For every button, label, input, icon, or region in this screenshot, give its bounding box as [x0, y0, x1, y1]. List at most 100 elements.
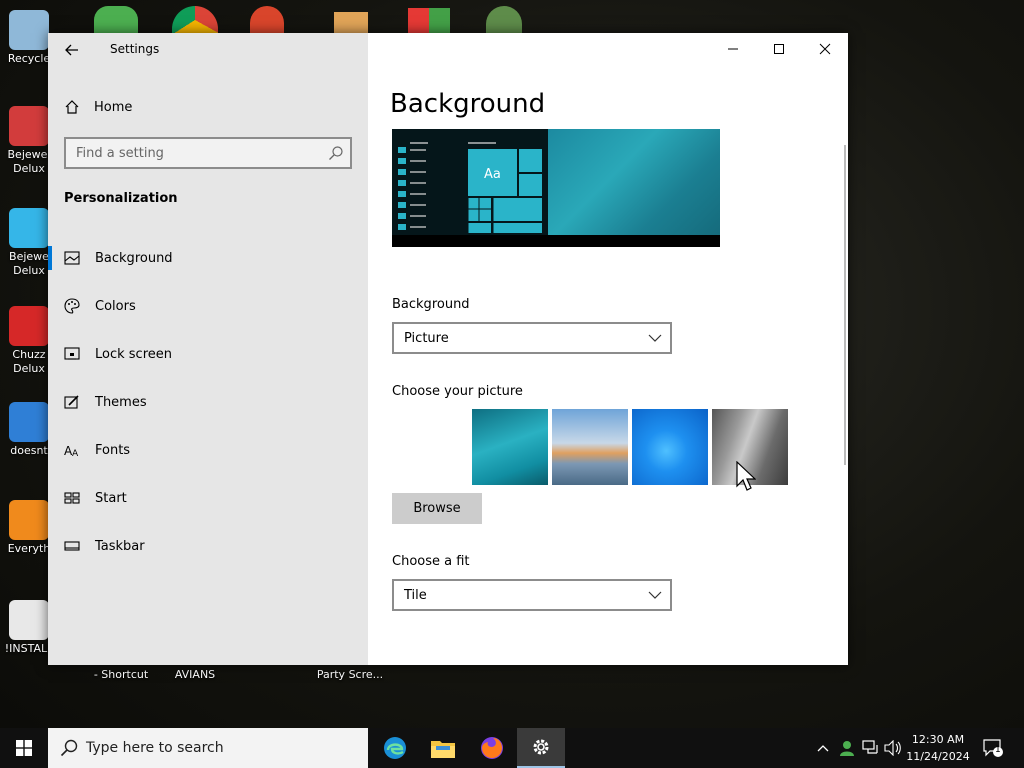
taskbar-clock[interactable]: 12:30 AM 11/24/2024 [902, 731, 974, 765]
page-title: Background [390, 89, 546, 119]
preview-start-graphic [398, 142, 542, 233]
content-scrollbar[interactable] [844, 145, 846, 465]
find-setting-input[interactable] [66, 139, 324, 167]
choose-fit-label: Choose a fit [392, 554, 470, 569]
windows-logo-icon [16, 740, 32, 756]
taskbar-file-explorer[interactable] [419, 728, 467, 768]
preview-start-menu: Aa [392, 129, 548, 235]
settings-content: Background Aa Background Picture Choose … [368, 33, 848, 665]
background-preview: Aa [392, 129, 720, 247]
desktop-app-icon [9, 402, 49, 442]
window-title: Settings [110, 42, 160, 56]
sidebar-item-fonts[interactable]: A A Fonts [48, 432, 368, 468]
app-icon-box[interactable] [334, 12, 368, 34]
chevron-down-icon [648, 334, 662, 342]
clock-time: 12:30 AM [911, 733, 965, 746]
home-nav-item[interactable]: Home [64, 95, 132, 119]
home-label: Home [94, 99, 133, 115]
desktop-app-icon [9, 600, 49, 640]
desktop-icon-shortcut[interactable]: - Shortcut [88, 668, 154, 682]
taskbar: Type here to search 12:30 AM 11/24/2024 … [0, 728, 1024, 768]
firefox-icon [481, 737, 503, 759]
preview-taskbar [392, 235, 720, 247]
chrome-icon[interactable] [172, 6, 218, 34]
taskbar-search-text: Type here to search [86, 740, 224, 756]
search-icon [329, 146, 343, 160]
desktop-app-icon [9, 10, 49, 50]
sidebar-item-label: Background [95, 250, 173, 266]
start-icon [64, 490, 80, 506]
desktop-app-icon [9, 208, 49, 248]
settings-icon [533, 739, 549, 755]
tray-network[interactable] [862, 739, 880, 757]
taskbar-settings[interactable] [517, 728, 565, 768]
preview-tile-text: Aa [484, 167, 501, 182]
desktop-icon-avians[interactable]: AVIANS [162, 668, 228, 682]
desktop-app-icon [9, 106, 49, 146]
start-button[interactable] [0, 728, 48, 768]
close-icon [819, 43, 831, 55]
network-icon [862, 740, 878, 754]
people-icon[interactable] [94, 6, 138, 34]
background-type-dropdown[interactable]: Picture [392, 322, 672, 354]
app-icon-red[interactable] [250, 6, 284, 34]
svg-text:A: A [72, 449, 79, 458]
image-icon [64, 250, 80, 266]
themes-icon [64, 394, 80, 410]
sidebar-item-colors[interactable]: Colors [48, 288, 368, 324]
taskbar-edge[interactable] [371, 728, 419, 768]
sidebar-item-label: Start [95, 490, 127, 506]
show-hidden-icons-button[interactable] [814, 739, 832, 757]
close-button[interactable] [802, 33, 848, 65]
sidebar-item-label: Colors [95, 298, 136, 314]
search-icon [60, 739, 78, 757]
desktop-app-icon [9, 306, 49, 346]
desktop-icon-party-screen[interactable]: Party Scre... [312, 668, 388, 682]
back-button[interactable] [58, 37, 86, 63]
file-explorer-icon [431, 741, 455, 758]
tray-people[interactable] [838, 739, 856, 757]
settings-sidebar: Settings Home Personalization Background… [48, 33, 368, 665]
maximize-icon [774, 44, 784, 54]
taskbar-search[interactable]: Type here to search [48, 728, 368, 768]
browse-button[interactable]: Browse [392, 493, 482, 524]
palette-icon [64, 298, 80, 314]
sidebar-item-background[interactable]: Background [48, 240, 368, 276]
people-icon [840, 741, 854, 756]
sidebar-item-label: Fonts [95, 442, 131, 458]
choose-picture-label: Choose your picture [392, 384, 523, 399]
choose-fit-value: Tile [404, 587, 427, 603]
find-setting-box[interactable] [64, 137, 352, 169]
sidebar-item-themes[interactable]: Themes [48, 384, 368, 420]
background-type-value: Picture [404, 330, 449, 346]
sidebar-item-lock-screen[interactable]: Lock screen [48, 336, 368, 372]
minimize-icon [728, 48, 738, 50]
choose-fit-dropdown[interactable]: Tile [392, 579, 672, 611]
picture-thumbnail-beach[interactable] [552, 409, 628, 485]
clock-date: 11/24/2024 [906, 750, 970, 763]
taskbar-firefox[interactable] [468, 728, 516, 768]
minimize-button[interactable] [710, 33, 756, 65]
notification-count: 1 [995, 745, 1001, 755]
picture-thumbnail-windows[interactable] [632, 409, 708, 485]
sidebar-item-taskbar[interactable]: Taskbar [48, 528, 368, 564]
lock-screen-icon [64, 346, 80, 362]
taskbar-icon [64, 538, 80, 554]
home-icon [65, 100, 79, 114]
sidebar-item-start[interactable]: Start [48, 480, 368, 516]
app-icon-character[interactable] [486, 6, 522, 34]
chevron-up-icon [817, 745, 829, 752]
settings-window: Settings Home Personalization Background… [48, 33, 848, 665]
tray-volume[interactable] [884, 739, 902, 757]
sidebar-item-label: Taskbar [95, 538, 145, 554]
picture-thumbnail-underwater[interactable] [472, 409, 548, 485]
volume-icon [884, 740, 901, 756]
notification-center-button[interactable]: 1 [982, 737, 1004, 759]
fonts-icon: AA [64, 442, 80, 458]
background-type-label: Background [392, 297, 470, 312]
chevron-down-icon [648, 591, 662, 599]
app-icon-windows-colors[interactable] [408, 8, 450, 34]
maximize-button[interactable] [756, 33, 802, 65]
desktop-app-icon [9, 500, 49, 540]
sidebar-item-label: Lock screen [95, 346, 172, 362]
